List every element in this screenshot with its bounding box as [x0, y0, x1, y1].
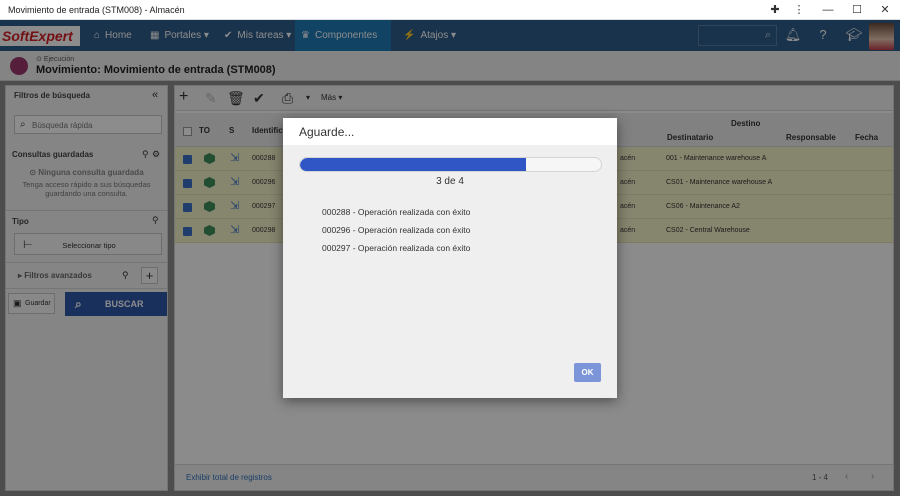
- progress-dialog: Aguarde... 3 de 4 000288 - Operación rea…: [283, 118, 617, 398]
- progress-fill: [300, 158, 526, 171]
- minimize-button[interactable]: —: [813, 0, 843, 20]
- result-message: 000297 - Operación realizada con éxito: [322, 243, 471, 253]
- progress-count: 3 de 4: [436, 176, 464, 187]
- close-button[interactable]: ✕: [870, 0, 900, 20]
- maximize-button[interactable]: ☐: [842, 0, 872, 20]
- kebab-icon[interactable]: ⋮: [784, 0, 814, 20]
- window-title: Movimiento de entrada (STM008) - Almacén: [8, 5, 185, 15]
- result-message: 000296 - Operación realizada con éxito: [322, 225, 471, 235]
- result-message: 000288 - Operación realizada con éxito: [322, 207, 471, 217]
- ok-button[interactable]: OK: [574, 363, 601, 382]
- window-titlebar: Movimiento de entrada (STM008) - Almacén…: [0, 0, 900, 20]
- progress-bar: [299, 157, 602, 172]
- dialog-title: Aguarde...: [283, 118, 617, 145]
